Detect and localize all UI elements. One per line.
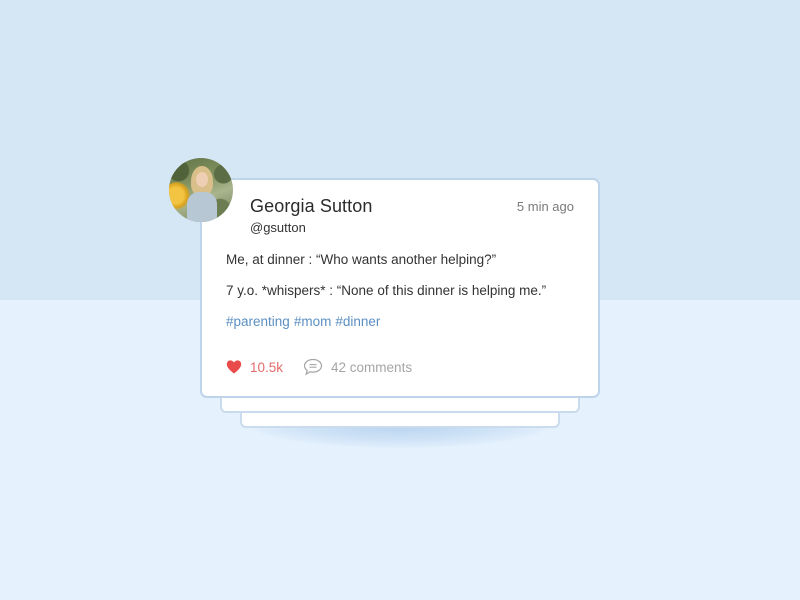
post-timestamp: 5 min ago — [516, 199, 574, 214]
avatar[interactable] — [169, 158, 233, 222]
post-actions: 10.5k 42 comments — [226, 357, 412, 377]
avatar-face — [196, 172, 208, 187]
author-handle[interactable]: @gsutton — [250, 220, 306, 235]
hashtag-mom[interactable]: #mom — [294, 314, 332, 329]
author-name[interactable]: Georgia Sutton — [250, 196, 372, 217]
post-text-line-1: Me, at dinner : “Who wants another helpi… — [226, 252, 497, 267]
post-card: Georgia Sutton @gsutton 5 min ago Me, at… — [200, 178, 600, 398]
hashtag-list: #parenting #mom #dinner — [226, 314, 384, 329]
hashtag-dinner[interactable]: #dinner — [335, 314, 380, 329]
avatar-body — [187, 192, 217, 222]
hashtag-parenting[interactable]: #parenting — [226, 314, 290, 329]
speech-bubble-icon[interactable] — [303, 358, 323, 376]
heart-icon[interactable] — [226, 359, 242, 375]
post-text-line-2: 7 y.o. *whispers* : “None of this dinner… — [226, 283, 547, 298]
comments-count[interactable]: 42 comments — [331, 360, 412, 375]
likes-count[interactable]: 10.5k — [250, 360, 283, 375]
